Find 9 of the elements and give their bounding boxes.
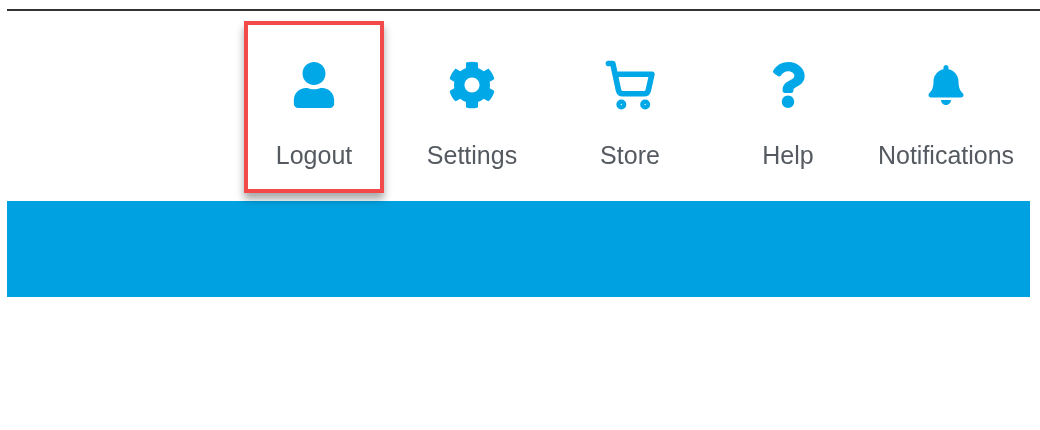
nav-item[interactable]: Help [718,21,858,193]
nav-item[interactable]: Store [560,21,700,193]
nav-item[interactable]: Logout [244,21,384,193]
gear-icon [448,61,496,109]
nav-item[interactable]: Settings [402,21,542,193]
cart-icon [604,59,656,111]
nav-item[interactable]: Notifications [876,21,1016,193]
user-icon [291,62,337,108]
bell-icon [926,65,966,105]
